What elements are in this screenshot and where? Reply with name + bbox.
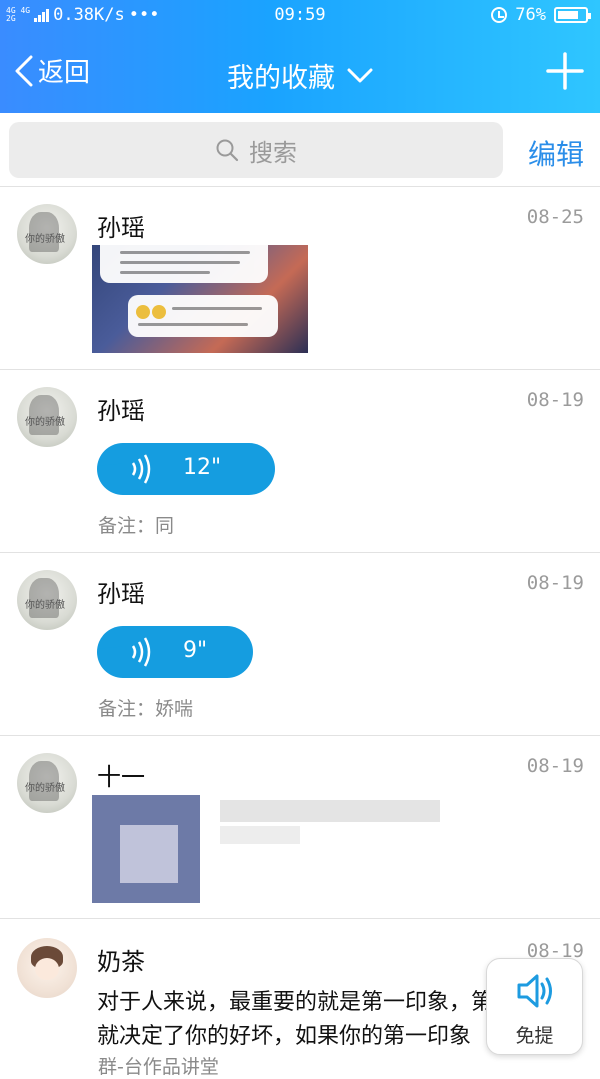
link-thumbnail[interactable] [92,795,200,903]
search-icon [216,139,239,162]
search-placeholder: 搜索 [249,138,297,167]
search-input[interactable]: 搜索 [9,122,503,178]
battery-icon [554,7,591,23]
list-item[interactable]: 你的骄傲 十一 08-19 [0,735,600,918]
sender-name: 十一 [97,763,145,791]
item-date: 08-19 [526,755,584,777]
voice-duration: 9" [183,638,208,663]
item-note: 备注：同 [98,515,175,537]
avatar: 你的骄傲 [17,570,77,630]
chevron-down-icon [347,68,373,82]
avatar: 你的骄傲 [17,753,77,813]
item-date: 08-19 [526,389,584,411]
plus-icon [546,52,584,90]
text-line: 就决定了你的好坏，如果你的第一印象 [97,1024,472,1049]
speakerphone-label: 免提 [515,1025,554,1047]
avatar: 你的骄傲 [17,387,77,447]
sender-name: 孙瑶 [97,580,145,608]
list-item[interactable]: 你的骄傲 孙瑶 08-19 12" 备注：同 [0,369,600,552]
item-note: 备注：娇喘 [98,698,194,720]
edit-button[interactable]: 编辑 [528,133,584,173]
page-title: 我的收藏 [227,63,335,94]
voice-message[interactable]: 12" [94,443,275,495]
sound-wave-icon [131,454,151,484]
avatar: 你的骄傲 [17,204,77,264]
speaker-icon [517,974,552,1008]
alarm-icon [491,7,508,23]
header: 4G 4G 2G 0.38K/s ••• 09:59 76% 返回 我的收藏 [0,0,600,113]
item-source: 群-台作品讲堂 [98,1056,219,1078]
sender-name: 奶茶 [97,948,145,976]
battery-percent: 76% [515,5,546,25]
sender-name: 孙瑶 [97,214,145,242]
nav-bar: 返回 我的收藏 [0,44,600,104]
link-title-blurred [220,800,440,822]
image-thumbnail[interactable] [92,245,308,353]
voice-message[interactable]: 9" [94,626,253,678]
item-date: 08-19 [526,572,584,594]
sound-wave-icon [131,637,151,667]
avatar [17,938,77,998]
speakerphone-button[interactable]: 免提 [486,958,583,1055]
add-button[interactable] [546,52,584,94]
list-item[interactable]: 你的骄傲 孙瑶 08-19 9" 备注：娇喘 [0,552,600,735]
voice-duration: 12" [183,455,222,480]
text-line: 对于人来说，最重要的就是第一印象，第 [97,990,494,1015]
link-subtitle-blurred [220,826,300,844]
title-dropdown[interactable]: 我的收藏 [227,56,373,95]
status-bar: 4G 4G 2G 0.38K/s ••• 09:59 76% [0,0,600,34]
sender-name: 孙瑶 [97,397,145,425]
item-date: 08-25 [526,206,584,228]
